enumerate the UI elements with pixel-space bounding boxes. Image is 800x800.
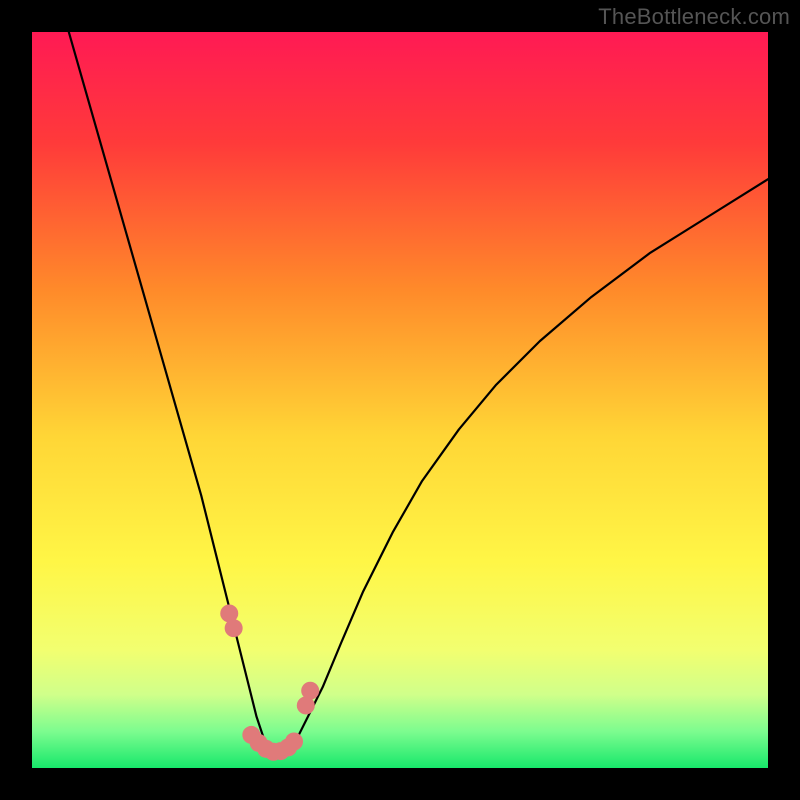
gradient-background — [32, 32, 768, 768]
chart-svg — [32, 32, 768, 768]
plot-area — [32, 32, 768, 768]
watermark-text: TheBottleneck.com — [598, 4, 790, 30]
data-marker — [225, 619, 243, 637]
chart-root: TheBottleneck.com — [0, 0, 800, 800]
data-marker — [301, 682, 319, 700]
data-marker — [285, 733, 303, 751]
